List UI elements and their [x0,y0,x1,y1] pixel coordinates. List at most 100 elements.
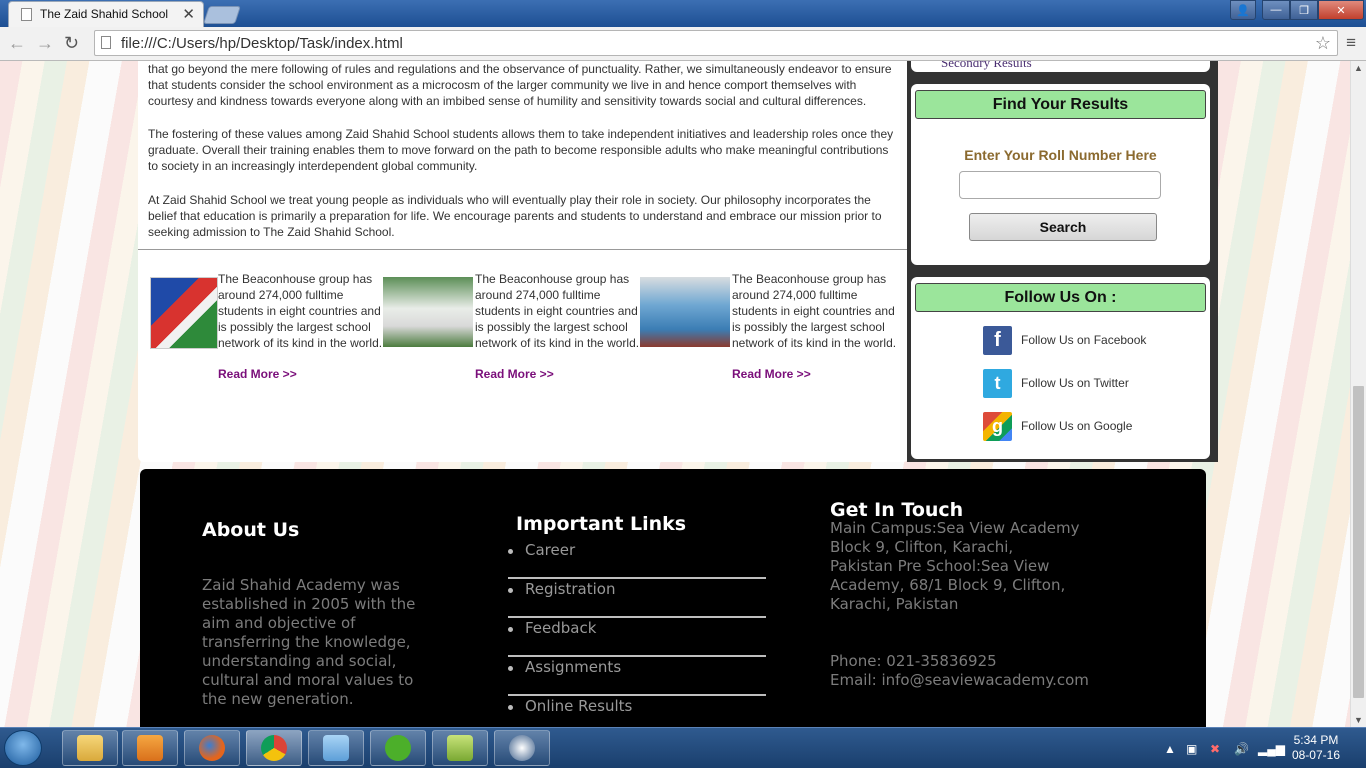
content-divider [138,249,909,250]
firefox-icon [199,735,225,761]
search-button[interactable]: Search [969,213,1157,241]
news-text: The Beaconhouse group has around 274,000… [218,272,383,350]
windows-taskbar: ▲ ▣ ✖ 🔊 ▂▄▆ 5:34 PM 08-07-16 [0,727,1366,768]
app-icon [509,735,535,761]
forward-button[interactable]: → [36,33,54,54]
clock-time: 5:34 PM [1293,733,1339,747]
read-more-link[interactable]: Read More >> [475,367,554,381]
clock-date: 08-07-16 [1291,748,1340,762]
main-content: that go beyond the mere following of rul… [138,61,909,462]
notepad-taskbar-button[interactable] [308,730,364,766]
network-icon[interactable]: ▂▄▆ [1258,742,1285,756]
sidebar: Secondry Results Find Your Results Enter… [907,61,1218,462]
important-links-list: Career Registration Feedback Assignments… [508,541,768,727]
assignments-link[interactable]: Assignments [525,658,621,676]
links-heading: Important Links [516,513,687,535]
online-results-link[interactable]: Online Results [525,697,632,715]
notepadpp-taskbar-button[interactable] [432,730,488,766]
list-item[interactable]: Career [508,541,766,579]
usb-icon[interactable]: ▣ [1186,742,1197,756]
firefox-taskbar-button[interactable] [184,730,240,766]
list-item[interactable]: Registration [508,580,766,618]
career-link[interactable]: Career [525,541,575,559]
list-item[interactable]: Assignments [508,658,766,696]
intro-paragraph-1: that go beyond the mere following of rul… [148,62,892,108]
roll-number-input[interactable] [959,171,1161,199]
browser-menu-icon[interactable]: ≡ [1346,33,1356,53]
page-viewport: that go beyond the mere following of rul… [0,61,1350,727]
about-heading: About Us [202,519,300,541]
utorrent-taskbar-button[interactable] [370,730,426,766]
maximize-button[interactable]: ❐ [1290,0,1318,20]
media-player-icon [137,735,163,761]
chrome-icon [261,735,287,761]
start-button[interactable] [4,730,42,766]
intro-paragraph-2: The fostering of these values among Zaid… [148,127,894,173]
window-controls: 👤 — ❐ ✕ [1230,0,1364,20]
news-text: The Beaconhouse group has around 274,000… [732,272,897,350]
page-favicon-icon [21,8,32,21]
show-hidden-icons[interactable]: ▲ [1164,742,1176,756]
news-thumbnail-team[interactable] [640,277,730,347]
phone-text: Phone: 021-35836925 [830,652,997,670]
news-text: The Beaconhouse group has around 274,000… [475,272,640,350]
media-player-taskbar-button[interactable] [122,730,178,766]
user-profile-icon[interactable]: 👤 [1230,0,1256,20]
secondary-results-link[interactable]: Secondry Results [941,61,1032,71]
url-text[interactable]: file:///C:/Users/hp/Desktop/Task/index.h… [121,35,403,52]
app-taskbar-button[interactable] [494,730,550,766]
bullet-icon [508,549,513,554]
close-window-button[interactable]: ✕ [1318,0,1364,20]
bullet-icon [508,666,513,671]
address-text: Main Campus:Sea View Academy Block 9, Cl… [830,519,1080,613]
google-label: Follow Us on Google [1021,419,1133,433]
intro-paragraph-3: At Zaid Shahid School we treat young peo… [148,193,882,239]
roll-number-label: Enter Your Roll Number Here [964,147,1157,163]
follow-box: Follow Us On : f Follow Us on Facebook t… [911,277,1210,459]
registration-link[interactable]: Registration [525,580,615,598]
feedback-link[interactable]: Feedback [525,619,596,637]
minimize-button[interactable]: — [1262,0,1290,20]
bullet-icon [508,705,513,710]
tab-close-icon[interactable]: ✕ [182,5,195,23]
explorer-taskbar-button[interactable] [62,730,118,766]
twitter-icon: t [983,369,1012,398]
volume-icon[interactable]: 🔊 [1234,742,1249,756]
follow-title: Follow Us On : [915,283,1206,312]
utorrent-icon [385,735,411,761]
tab-title: The Zaid Shahid School [40,7,169,21]
browser-toolbar: ← → ↻ file:///C:/Users/hp/Desktop/Task/i… [0,27,1366,61]
footer: About Us Zaid Shahid Academy was establi… [140,469,1206,727]
notepad-icon [323,735,349,761]
twitter-label: Follow Us on Twitter [1021,376,1129,390]
facebook-label: Follow Us on Facebook [1021,333,1147,347]
read-more-link[interactable]: Read More >> [732,367,811,381]
results-title: Find Your Results [915,90,1206,119]
browser-tab[interactable]: The Zaid Shahid School ✕ [8,1,204,27]
list-item[interactable]: Feedback [508,619,766,657]
contact-heading: Get In Touch [830,499,964,521]
scroll-down-icon[interactable]: ▼ [1354,715,1363,725]
address-bar[interactable]: file:///C:/Users/hp/Desktop/Task/index.h… [94,30,1338,56]
secondary-results-box: Secondry Results [911,61,1210,72]
read-more-link[interactable]: Read More >> [218,367,297,381]
news-thumbnail-flags[interactable] [150,277,218,349]
scroll-up-icon[interactable]: ▲ [1354,63,1363,73]
clock[interactable]: 5:34 PM 08-07-16 [1292,733,1340,763]
reload-button[interactable]: ↻ [64,33,79,54]
news-thumbnail-students[interactable] [383,277,473,347]
about-text: Zaid Shahid Academy was established in 2… [202,576,416,708]
page-scrollbar[interactable]: ▲ ▼ [1350,61,1366,727]
email-text: Email: info@seaviewacademy.com [830,671,1089,689]
google-icon: g [983,412,1012,441]
list-item[interactable]: Online Results [508,697,766,727]
action-center-icon[interactable]: ✖ [1210,742,1220,756]
back-button[interactable]: ← [8,33,26,54]
new-tab-button[interactable] [203,6,241,24]
scrollbar-thumb[interactable] [1353,386,1364,698]
chrome-taskbar-button[interactable] [246,730,302,766]
bookmark-star-icon[interactable]: ☆ [1315,33,1331,54]
browser-titlebar: The Zaid Shahid School ✕ 👤 — ❐ ✕ [0,0,1366,27]
results-box: Find Your Results Enter Your Roll Number… [911,84,1210,265]
facebook-icon: f [983,326,1012,355]
